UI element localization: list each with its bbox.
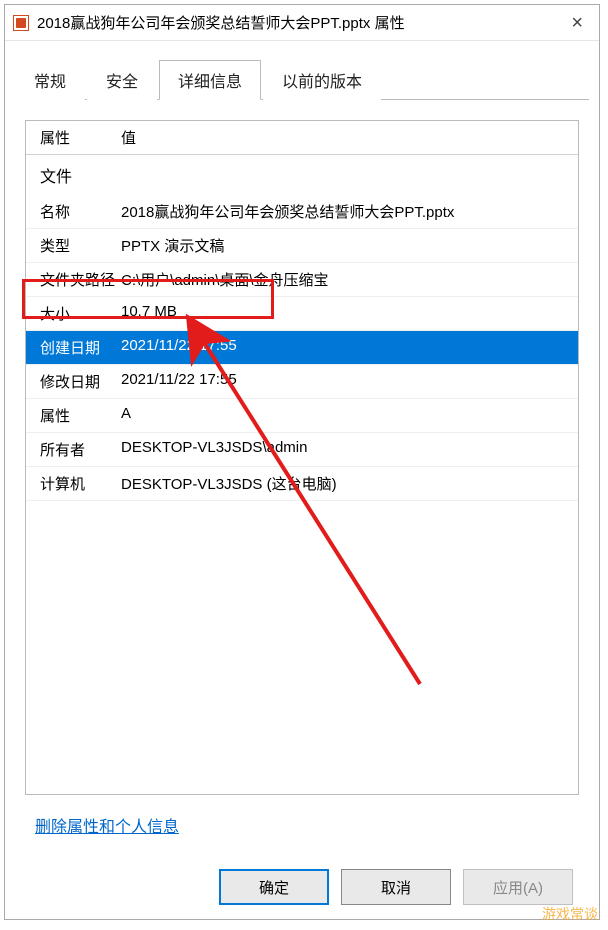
row-modified-date[interactable]: 修改日期 2021/11/22 17:55 (26, 365, 578, 399)
dialog-buttons: 确定 取消 应用(A) (15, 855, 589, 919)
cell-value: DESKTOP-VL3JSDS\admin (121, 439, 578, 460)
properties-dialog: 2018赢战狗年公司年会颁奖总结誓师大会PPT.pptx 属性 × 常规 安全 … (4, 4, 600, 920)
cell-label: 名称 (26, 201, 121, 222)
details-list: 属性 值 文件 名称 2018赢战狗年公司年会颁奖总结誓师大会PPT.pptx … (25, 120, 579, 795)
cell-label: 创建日期 (26, 337, 121, 358)
tab-general[interactable]: 常规 (15, 60, 85, 100)
link-row: 删除属性和个人信息 (15, 795, 589, 851)
ok-button[interactable]: 确定 (219, 869, 329, 905)
header-property: 属性 (26, 127, 121, 148)
cell-label: 大小 (26, 303, 121, 324)
cell-value: DESKTOP-VL3JSDS (这台电脑) (121, 473, 578, 494)
cell-value: A (121, 405, 578, 426)
tab-security[interactable]: 安全 (87, 60, 157, 100)
apply-button[interactable]: 应用(A) (463, 869, 573, 905)
cell-value: PPTX 演示文稿 (121, 235, 578, 256)
watermark: 游戏常谈 (542, 904, 598, 924)
cell-label: 类型 (26, 235, 121, 256)
section-file: 文件 (26, 155, 578, 195)
column-headers: 属性 值 (26, 121, 578, 155)
close-icon[interactable]: × (563, 13, 591, 33)
tab-content: 属性 值 文件 名称 2018赢战狗年公司年会颁奖总结誓师大会PPT.pptx … (15, 99, 589, 919)
remove-properties-link[interactable]: 删除属性和个人信息 (35, 819, 179, 836)
cancel-button[interactable]: 取消 (341, 869, 451, 905)
cell-value: C:\用户\admin\桌面\金舟压缩宝 (121, 269, 578, 290)
cell-value: 2018赢战狗年公司年会颁奖总结誓师大会PPT.pptx (121, 201, 578, 222)
titlebar[interactable]: 2018赢战狗年公司年会颁奖总结誓师大会PPT.pptx 属性 × (5, 5, 599, 41)
row-owner[interactable]: 所有者 DESKTOP-VL3JSDS\admin (26, 433, 578, 467)
cell-label: 所有者 (26, 439, 121, 460)
row-type[interactable]: 类型 PPTX 演示文稿 (26, 229, 578, 263)
cell-value: 2021/11/22 17:55 (121, 371, 578, 392)
cell-value: 10.7 MB (121, 303, 578, 324)
header-value: 值 (121, 127, 578, 148)
cell-label: 计算机 (26, 473, 121, 494)
row-computer[interactable]: 计算机 DESKTOP-VL3JSDS (这台电脑) (26, 467, 578, 501)
cell-label: 文件夹路径 (26, 269, 121, 290)
window-title: 2018赢战狗年公司年会颁奖总结誓师大会PPT.pptx 属性 (37, 12, 405, 33)
powerpoint-icon (13, 15, 29, 31)
tab-previous-versions[interactable]: 以前的版本 (263, 60, 381, 100)
row-name[interactable]: 名称 2018赢战狗年公司年会颁奖总结誓师大会PPT.pptx (26, 195, 578, 229)
row-size[interactable]: 大小 10.7 MB (26, 297, 578, 331)
cell-label: 修改日期 (26, 371, 121, 392)
row-created-date[interactable]: 创建日期 2021/11/22 17:55 (26, 331, 578, 365)
tab-strip: 常规 安全 详细信息 以前的版本 (5, 41, 599, 99)
cell-value: 2021/11/22 17:55 (121, 337, 578, 358)
row-attributes[interactable]: 属性 A (26, 399, 578, 433)
row-folder-path[interactable]: 文件夹路径 C:\用户\admin\桌面\金舟压缩宝 (26, 263, 578, 297)
cell-label: 属性 (26, 405, 121, 426)
tab-details[interactable]: 详细信息 (159, 60, 261, 100)
